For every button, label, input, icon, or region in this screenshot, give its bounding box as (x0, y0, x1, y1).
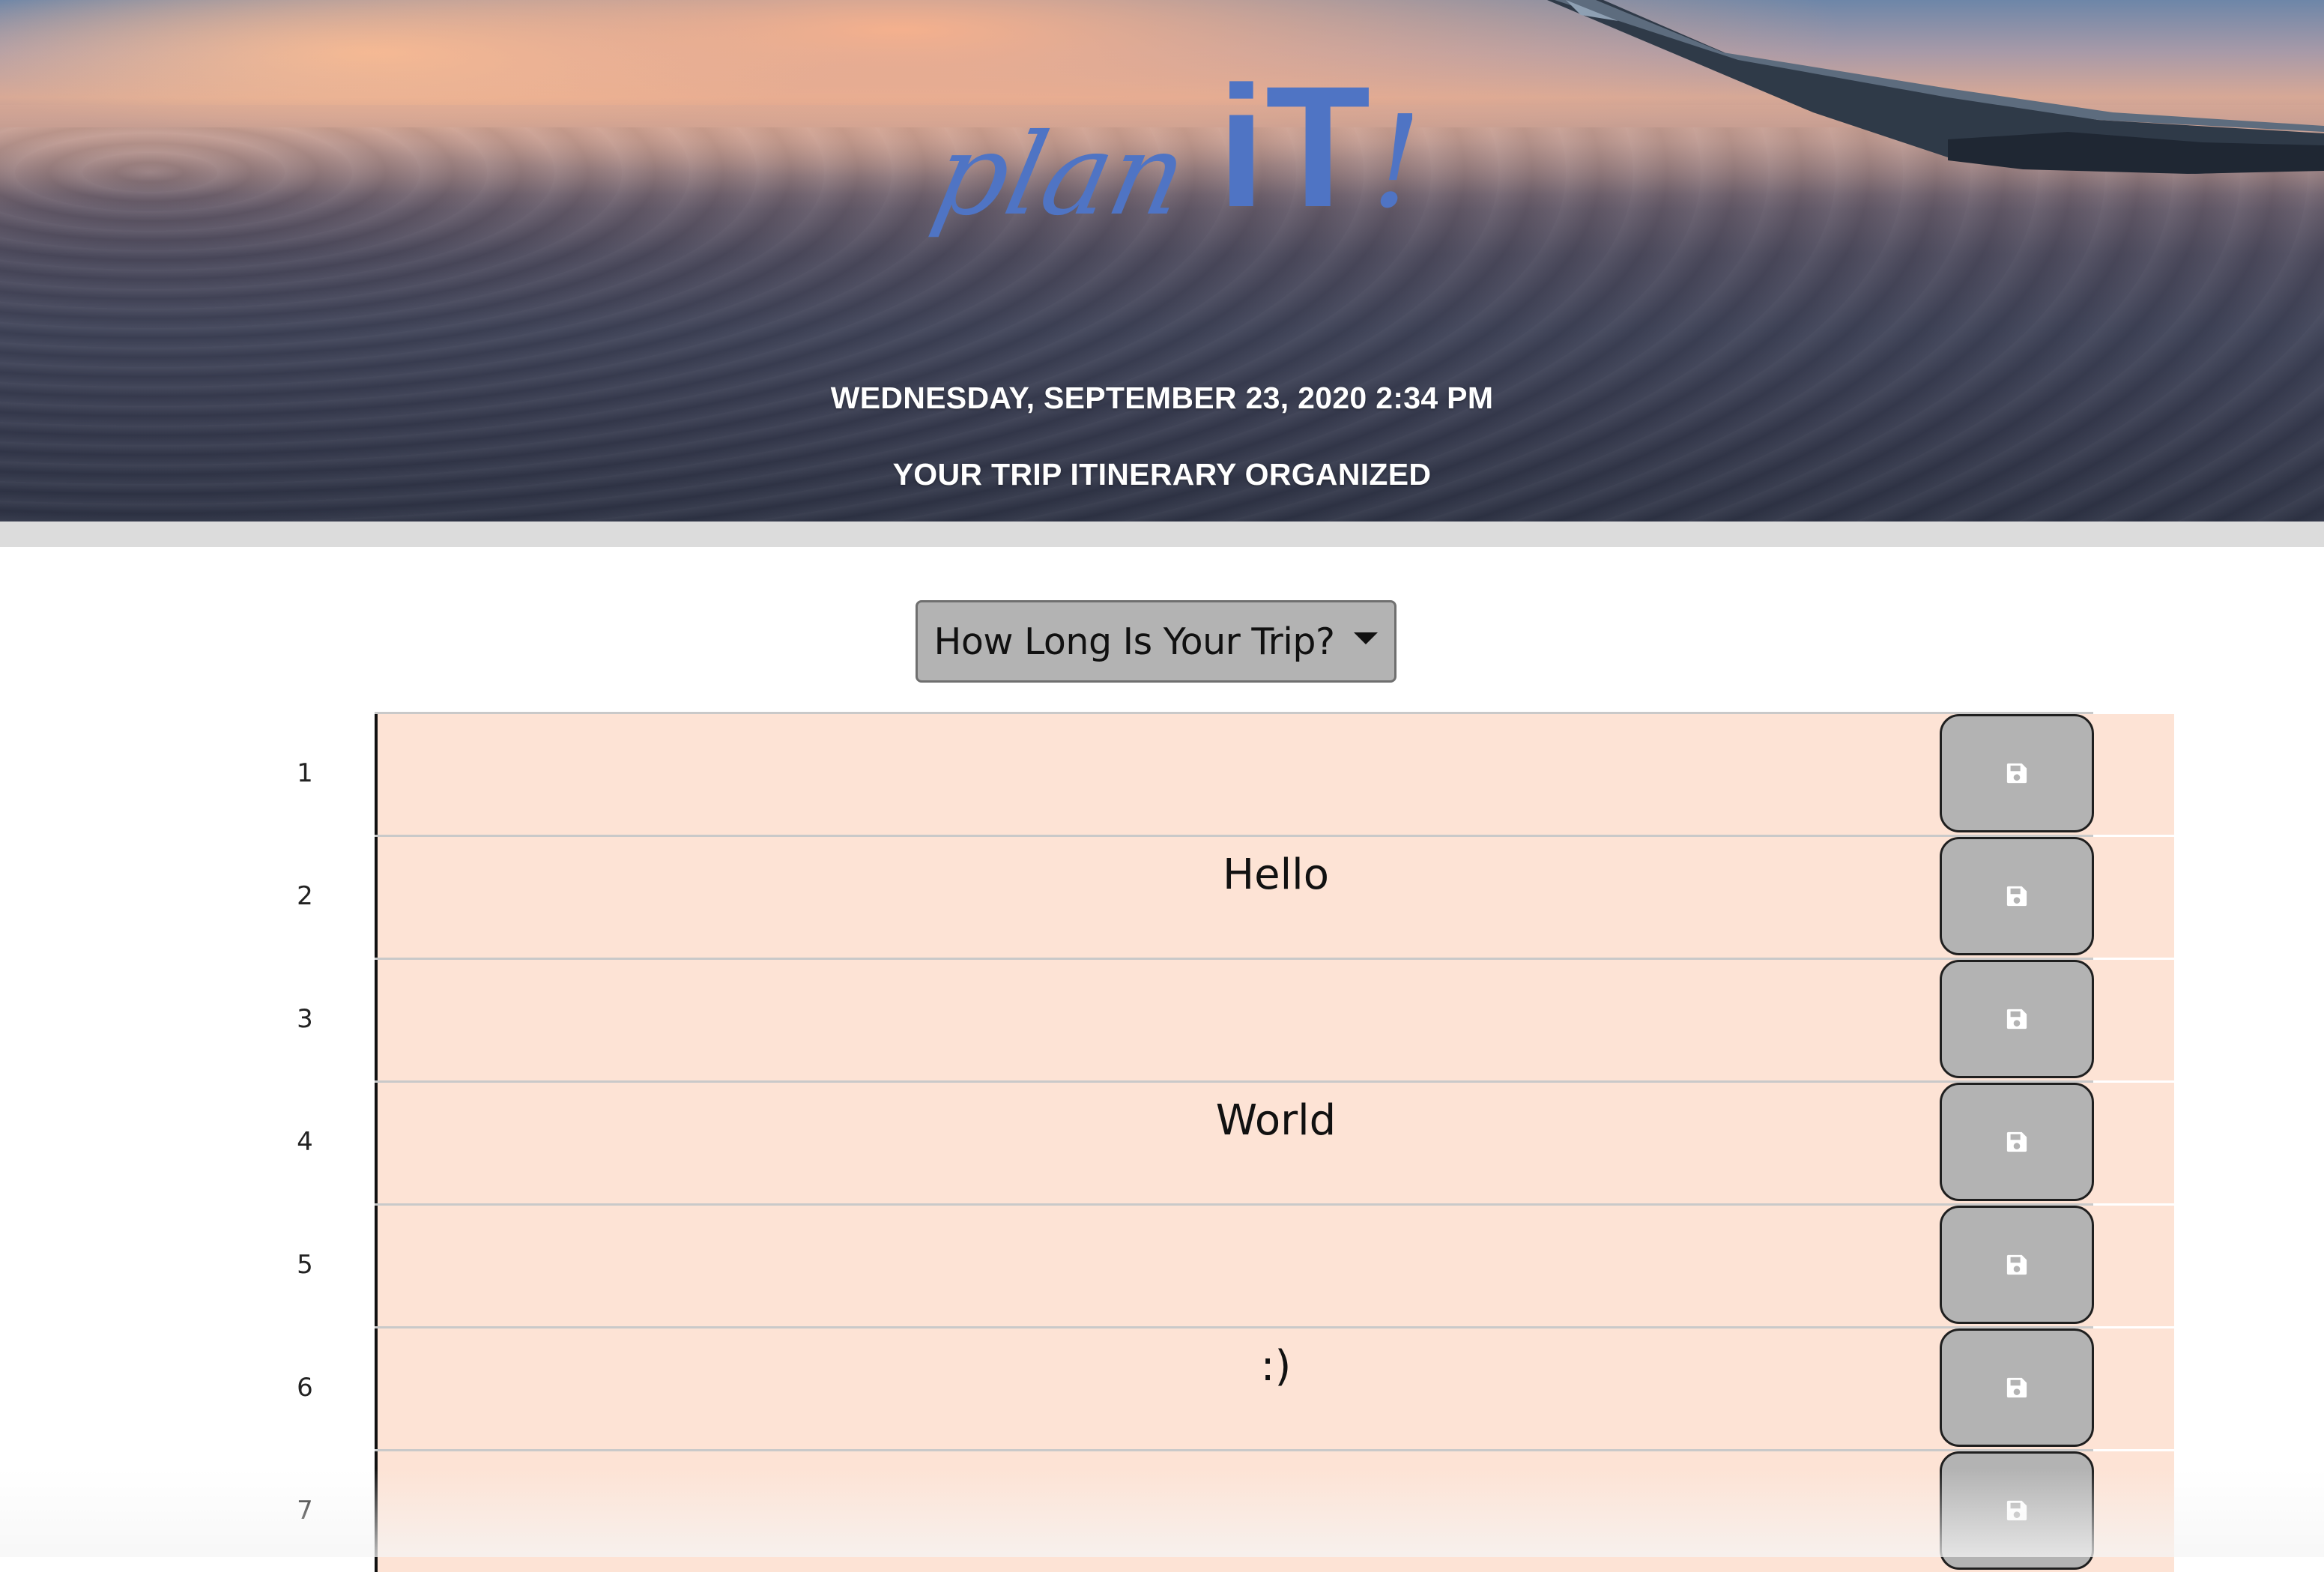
day-number: 7 (235, 1449, 375, 1572)
planner-row: 3 (235, 958, 2174, 1080)
day-number: 1 (235, 712, 375, 835)
save-button[interactable] (1940, 1206, 2094, 1324)
planner-row: 4 World (235, 1080, 2174, 1203)
day-entry-field[interactable]: :) (375, 1328, 2174, 1449)
day-entry-field[interactable] (375, 714, 2174, 835)
current-date-time: WEDNESDAY, SEPTEMBER 23, 2020 2:34 PM (830, 381, 1494, 415)
logo-block-text: iT (1217, 52, 1370, 243)
logo-script-text: plan (923, 109, 1198, 241)
planner-row: 6 :) (235, 1326, 2174, 1449)
hero-tagline: YOUR TRIP ITINERARY ORGANIZED (892, 457, 1432, 492)
save-button[interactable] (1940, 1083, 2094, 1201)
day-number: 4 (235, 1080, 375, 1203)
planner-row: 7 (235, 1449, 2174, 1572)
save-button[interactable] (1940, 837, 2094, 955)
hero-banner: plan iT ! WEDNESDAY, SEPTEMBER 23, 2020 … (0, 0, 2324, 522)
save-button[interactable] (1940, 1328, 2094, 1447)
planner-row: 5 (235, 1203, 2174, 1326)
floppy-disk-icon (2006, 1254, 2027, 1275)
trip-length-dropdown-label: How Long Is Your Trip? (933, 620, 1335, 663)
planner-row: 1 (235, 712, 2174, 835)
day-number: 5 (235, 1203, 375, 1326)
day-entry-field[interactable] (375, 1206, 2174, 1326)
day-number: 3 (235, 958, 375, 1080)
day-entry-field[interactable] (375, 1451, 2174, 1572)
floppy-disk-icon (2006, 1009, 2027, 1030)
day-entry-field[interactable]: World (375, 1083, 2174, 1203)
save-button[interactable] (1940, 714, 2094, 832)
hero-divider (0, 522, 2324, 547)
floppy-disk-icon (2006, 763, 2027, 784)
floppy-disk-icon (2006, 1500, 2027, 1521)
floppy-disk-icon (2006, 1131, 2027, 1152)
day-number: 6 (235, 1326, 375, 1449)
save-button[interactable] (1940, 1451, 2094, 1570)
floppy-disk-icon (2006, 1377, 2027, 1398)
trip-length-dropdown[interactable]: How Long Is Your Trip? (916, 600, 1396, 683)
logo-exclamation: ! (1371, 88, 1412, 237)
planner-row: 2 Hello (235, 835, 2174, 958)
day-entry-field[interactable] (375, 960, 2174, 1080)
floppy-disk-icon (2006, 886, 2027, 907)
save-button[interactable] (1940, 960, 2094, 1078)
planit-logo: plan iT ! (923, 52, 1412, 243)
day-number: 2 (235, 835, 375, 958)
caret-down-icon (1354, 632, 1379, 644)
day-entry-field[interactable]: Hello (375, 837, 2174, 958)
